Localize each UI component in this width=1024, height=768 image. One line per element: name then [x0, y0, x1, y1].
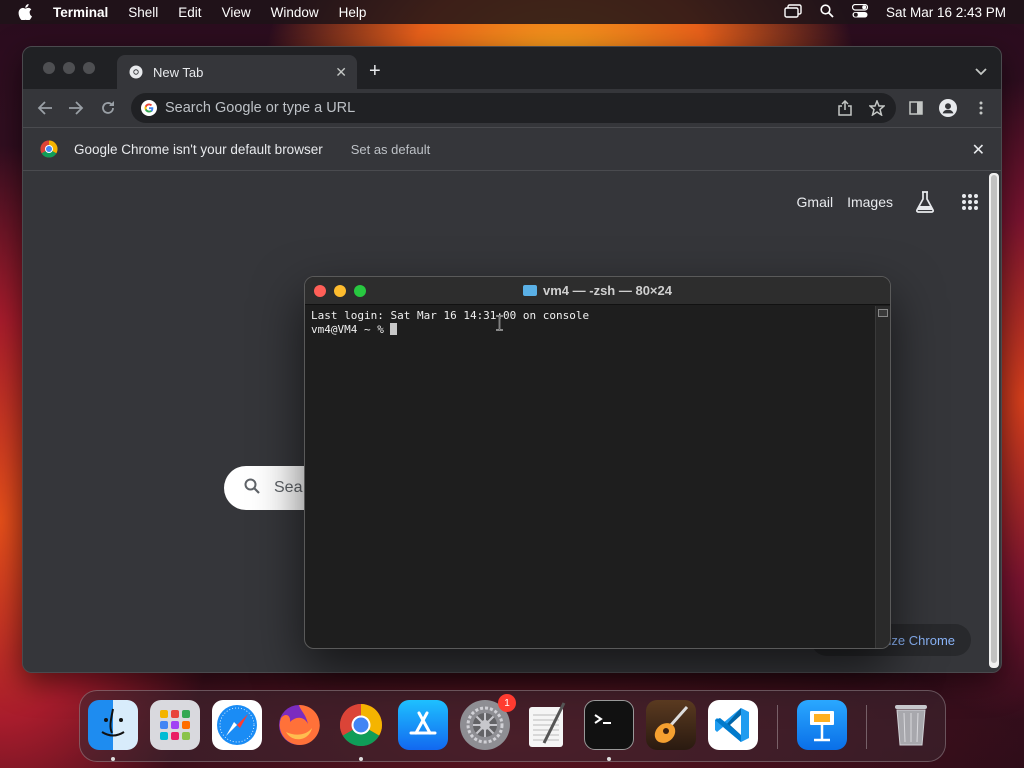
- images-link[interactable]: Images: [847, 194, 893, 210]
- search-icon: [244, 478, 260, 499]
- side-panel-icon[interactable]: [907, 99, 925, 117]
- menu-edit[interactable]: Edit: [178, 5, 201, 20]
- forward-arrow-icon[interactable]: [66, 98, 86, 118]
- address-bar[interactable]: [131, 93, 896, 123]
- trash-icon[interactable]: [886, 700, 936, 750]
- search-placeholder-text: Sea: [274, 479, 303, 496]
- tab-title: New Tab: [153, 64, 204, 80]
- control-center-icon[interactable]: [851, 3, 869, 21]
- text-cursor-ibeam-icon: [495, 315, 504, 336]
- finder-icon[interactable]: [88, 700, 138, 750]
- reload-icon[interactable]: [98, 98, 118, 118]
- ntp-top-links: Gmail Images: [797, 191, 979, 213]
- terminal-cursor: [390, 323, 398, 335]
- chrome-running-dot: [359, 757, 363, 761]
- terminal-scroll-grip[interactable]: [878, 309, 888, 317]
- system-settings-icon[interactable]: 1: [460, 694, 516, 750]
- menu-clock[interactable]: Sat Mar 16 2:43 PM: [886, 5, 1006, 20]
- infobar-message: Google Chrome isn't your default browser: [74, 141, 323, 157]
- share-icon[interactable]: [836, 99, 854, 117]
- window-close-button[interactable]: [43, 62, 55, 74]
- folder-icon: [523, 285, 537, 296]
- bookmark-star-icon[interactable]: [868, 99, 886, 117]
- tab-strip: New Tab ✕ +: [23, 47, 1001, 89]
- terminal-output[interactable]: Last login: Sat Mar 16 14:31:00 on conso…: [305, 306, 875, 648]
- chrome-favicon-icon: [129, 65, 143, 79]
- spotlight-search-icon[interactable]: [820, 3, 834, 21]
- google-g-icon: [141, 100, 157, 116]
- chrome-menu-kebab-icon[interactable]: [972, 99, 990, 117]
- terminal-window: vm4 — -zsh — 80×24 Last login: Sat Mar 1…: [304, 276, 891, 649]
- vscode-icon[interactable]: [708, 700, 758, 750]
- dock: 1: [79, 690, 946, 762]
- screen-mirroring-icon[interactable]: [784, 3, 802, 21]
- terminal-icon[interactable]: [584, 700, 634, 750]
- firefox-icon[interactable]: [274, 700, 324, 750]
- menu-window[interactable]: Window: [271, 5, 319, 20]
- settings-notification-badge: 1: [498, 694, 516, 712]
- default-browser-infobar: Google Chrome isn't your default browser…: [23, 127, 1001, 171]
- window-zoom-button[interactable]: [83, 62, 95, 74]
- set-as-default-button[interactable]: Set as default: [351, 142, 431, 157]
- terminal-close-button[interactable]: [314, 285, 326, 297]
- google-apps-grid-icon[interactable]: [961, 193, 979, 211]
- apple-menu-icon[interactable]: [18, 4, 38, 20]
- terminal-minimize-button[interactable]: [334, 285, 346, 297]
- labs-flask-icon[interactable]: [915, 191, 935, 213]
- menu-bar: Terminal Shell Edit View Window Help Sat…: [0, 0, 1024, 24]
- chrome-logo-icon: [40, 140, 58, 158]
- scrollbar-thumb[interactable]: [991, 175, 997, 663]
- app-store-icon[interactable]: [398, 700, 448, 750]
- menu-shell[interactable]: Shell: [128, 5, 158, 20]
- keynote-icon[interactable]: [797, 700, 847, 750]
- dock-separator: [777, 705, 778, 749]
- profile-avatar-icon[interactable]: [939, 99, 957, 117]
- back-arrow-icon[interactable]: [35, 98, 55, 118]
- finder-running-dot: [111, 757, 115, 761]
- menu-view[interactable]: View: [222, 5, 251, 20]
- tab-search-chevron-icon[interactable]: [975, 63, 987, 81]
- terminal-last-login-line: Last login: Sat Mar 16 14:31:00 on conso…: [311, 309, 590, 322]
- tab-close-icon[interactable]: ✕: [335, 64, 347, 81]
- browser-toolbar: [23, 89, 1001, 127]
- menu-app-name[interactable]: Terminal: [53, 5, 108, 20]
- chrome-icon[interactable]: [336, 700, 386, 750]
- terminal-prompt: vm4@VM4 ~ %: [311, 323, 391, 336]
- window-minimize-button[interactable]: [63, 62, 75, 74]
- new-tab-button[interactable]: +: [369, 60, 381, 83]
- safari-icon[interactable]: [212, 700, 262, 750]
- tab-new-tab[interactable]: New Tab ✕: [117, 55, 357, 89]
- dock-separator: [866, 705, 867, 749]
- terminal-scrollbar[interactable]: [875, 306, 890, 648]
- terminal-zoom-button[interactable]: [354, 285, 366, 297]
- menu-help[interactable]: Help: [339, 5, 367, 20]
- terminal-running-dot: [607, 757, 611, 761]
- gmail-link[interactable]: Gmail: [797, 194, 834, 210]
- customize-chrome-label: ize Chrome: [888, 632, 955, 648]
- textedit-icon[interactable]: [522, 700, 572, 750]
- garageband-icon[interactable]: [646, 700, 696, 750]
- launchpad-icon[interactable]: [150, 700, 200, 750]
- page-scrollbar[interactable]: [989, 173, 999, 668]
- omnibox-input[interactable]: [165, 100, 805, 116]
- infobar-close-icon[interactable]: ✕: [972, 140, 985, 160]
- terminal-titlebar[interactable]: vm4 — -zsh — 80×24: [305, 277, 890, 305]
- terminal-title: vm4 — -zsh — 80×24: [543, 283, 672, 298]
